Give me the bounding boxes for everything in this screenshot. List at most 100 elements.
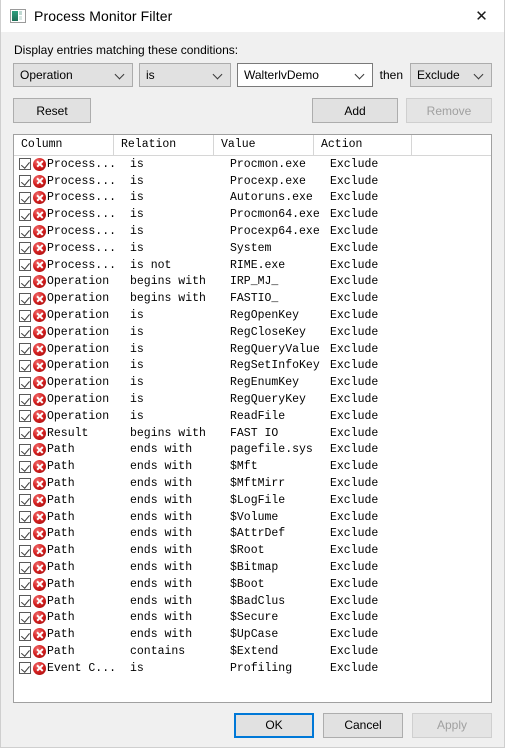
cell-action: Exclude	[330, 409, 379, 423]
table-row[interactable]: Event C... is Profiling Exclude	[14, 660, 491, 677]
table-row[interactable]: Path ends with $Secure Exclude	[14, 610, 491, 627]
table-row[interactable]: Operation is RegSetInfoKey Exclude	[14, 358, 491, 375]
exclude-x-icon	[33, 208, 46, 222]
cell-value: $BadClus	[230, 594, 286, 608]
cell-relation: is	[130, 661, 144, 675]
cell-relation: is	[130, 157, 144, 171]
row-checkbox[interactable]	[19, 578, 31, 591]
cell-relation: is not	[130, 258, 172, 272]
table-row[interactable]: Operation is RegOpenKey Exclude	[14, 307, 491, 324]
table-row[interactable]: Path ends with $Mft Exclude	[14, 458, 491, 475]
row-checkbox[interactable]	[19, 376, 31, 389]
relation-dropdown[interactable]: is	[139, 63, 231, 87]
cell-column: Path	[47, 594, 75, 608]
table-row[interactable]: Operation begins with IRP_MJ_ Exclude	[14, 274, 491, 291]
filter-list[interactable]: Column Relation Value Action Process... i…	[13, 134, 492, 703]
column-header-relation[interactable]: Relation	[114, 135, 214, 155]
exclude-x-icon	[33, 460, 46, 474]
row-checkbox[interactable]	[19, 158, 31, 171]
table-row[interactable]: Operation is RegQueryValue Exclude	[14, 341, 491, 358]
cell-relation: is	[130, 309, 144, 323]
table-row[interactable]: Operation is RegCloseKey Exclude	[14, 324, 491, 341]
table-row[interactable]: Path ends with pagefile.sys Exclude	[14, 442, 491, 459]
cell-value: $AttrDef	[230, 527, 286, 541]
cell-relation: ends with	[130, 493, 193, 507]
cell-action: Exclude	[330, 628, 379, 642]
row-checkbox[interactable]	[19, 477, 31, 490]
row-checkbox[interactable]	[19, 427, 31, 440]
cell-column: Process...	[47, 225, 117, 239]
row-checkbox[interactable]	[19, 309, 31, 322]
column-dropdown[interactable]: Operation	[13, 63, 133, 87]
exclude-x-icon	[33, 409, 46, 423]
table-row[interactable]: Operation is RegEnumKey Exclude	[14, 374, 491, 391]
table-row[interactable]: Path ends with $UpCase Exclude	[14, 626, 491, 643]
table-row[interactable]: Path ends with $AttrDef Exclude	[14, 526, 491, 543]
table-row[interactable]: Operation is RegQueryKey Exclude	[14, 391, 491, 408]
table-row[interactable]: Process... is System Exclude	[14, 240, 491, 257]
table-row[interactable]: Path ends with $Root Exclude	[14, 542, 491, 559]
row-checkbox[interactable]	[19, 544, 31, 557]
table-row[interactable]: Operation begins with FASTIO_ Exclude	[14, 290, 491, 307]
table-row[interactable]: Path contains $Extend Exclude	[14, 643, 491, 660]
table-row[interactable]: Process... is not RIME.exe Exclude	[14, 257, 491, 274]
column-header-column[interactable]: Column	[14, 135, 114, 155]
cell-action: Exclude	[330, 661, 379, 675]
table-row[interactable]: Process... is Procmon64.exe Exclude	[14, 206, 491, 223]
row-checkbox[interactable]	[19, 460, 31, 473]
row-checkbox[interactable]	[19, 628, 31, 641]
row-checkbox[interactable]	[19, 343, 31, 356]
row-checkbox[interactable]	[19, 225, 31, 238]
add-button[interactable]: Add	[312, 98, 398, 123]
table-row[interactable]: Process... is Procmon.exe Exclude	[14, 156, 491, 173]
row-checkbox[interactable]	[19, 511, 31, 524]
table-row[interactable]: Result begins with FAST IO Exclude	[14, 425, 491, 442]
row-checkbox[interactable]	[19, 561, 31, 574]
table-row[interactable]: Process... is Procexp.exe Exclude	[14, 173, 491, 190]
row-checkbox[interactable]	[19, 359, 31, 372]
exclude-x-icon	[33, 628, 46, 642]
row-checkbox[interactable]	[19, 443, 31, 456]
table-row[interactable]: Path ends with $LogFile Exclude	[14, 492, 491, 509]
value-combobox[interactable]: WalterlvDemo	[237, 63, 373, 87]
cell-action: Exclude	[330, 594, 379, 608]
cell-action: Exclude	[330, 157, 379, 171]
row-checkbox[interactable]	[19, 208, 31, 221]
table-row[interactable]: Path ends with $BadClus Exclude	[14, 593, 491, 610]
row-checkbox[interactable]	[19, 275, 31, 288]
row-checkbox[interactable]	[19, 242, 31, 255]
exclude-x-icon	[33, 376, 46, 390]
row-checkbox[interactable]	[19, 611, 31, 624]
table-row[interactable]: Path ends with $Volume Exclude	[14, 509, 491, 526]
action-dropdown[interactable]: Exclude	[410, 63, 492, 87]
cell-value: FAST IO	[230, 426, 279, 440]
row-checkbox[interactable]	[19, 595, 31, 608]
row-checkbox[interactable]	[19, 259, 31, 272]
cell-action: Exclude	[330, 611, 379, 625]
row-checkbox[interactable]	[19, 645, 31, 658]
table-row[interactable]: Operation is ReadFile Exclude	[14, 408, 491, 425]
cancel-button[interactable]: Cancel	[323, 712, 403, 738]
row-checkbox[interactable]	[19, 527, 31, 540]
row-checkbox[interactable]	[19, 175, 31, 188]
ok-button[interactable]: OK	[234, 712, 314, 738]
table-row[interactable]: Process... is Procexp64.exe Exclude	[14, 223, 491, 240]
column-header-value[interactable]: Value	[214, 135, 314, 155]
reset-button[interactable]: Reset	[13, 98, 91, 123]
row-checkbox[interactable]	[19, 326, 31, 339]
column-header-action[interactable]: Action	[314, 135, 412, 155]
row-checkbox[interactable]	[19, 292, 31, 305]
row-checkbox[interactable]	[19, 191, 31, 204]
row-checkbox[interactable]	[19, 410, 31, 423]
table-row[interactable]: Path ends with $Bitmap Exclude	[14, 559, 491, 576]
table-row[interactable]: Process... is Autoruns.exe Exclude	[14, 190, 491, 207]
cell-relation: is	[130, 225, 144, 239]
column-header-empty[interactable]	[412, 135, 491, 155]
row-checkbox[interactable]	[19, 393, 31, 406]
table-row[interactable]: Path ends with $MftMirr Exclude	[14, 475, 491, 492]
row-checkbox[interactable]	[19, 662, 31, 675]
row-checkbox[interactable]	[19, 494, 31, 507]
cell-action: Exclude	[330, 275, 379, 289]
close-icon[interactable]: ✕	[459, 0, 504, 32]
table-row[interactable]: Path ends with $Boot Exclude	[14, 576, 491, 593]
